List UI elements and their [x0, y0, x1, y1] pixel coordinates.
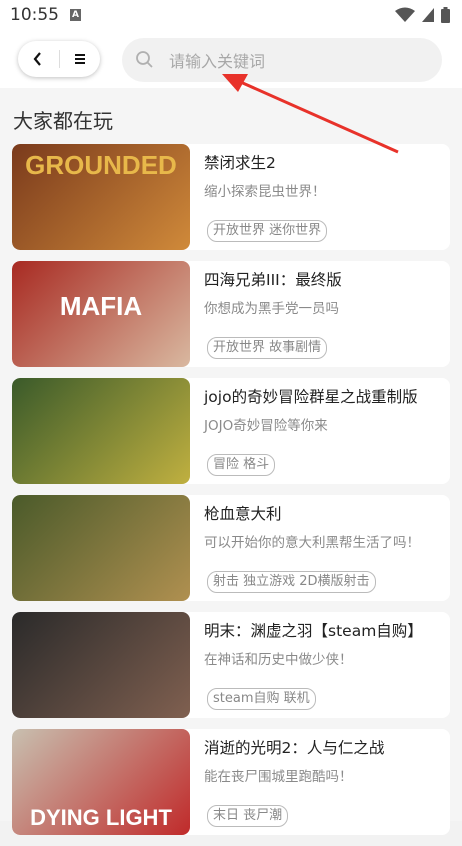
game-description: JOJO奇妙冒险等你来 — [204, 418, 328, 434]
back-button[interactable] — [18, 41, 59, 77]
search-input[interactable]: 请输入关键词 — [122, 38, 442, 82]
game-description: 能在丧尸围城里跑酷吗！ — [204, 769, 353, 785]
game-card[interactable]: MAFIA 四海兄弟III：最终版 你想成为黑手党一员吗 开放世界 故事剧情 — [12, 261, 450, 367]
game-tags: 末日 丧尸潮 — [207, 805, 289, 827]
game-title: 枪血意大利 — [204, 505, 282, 523]
battery-icon — [441, 7, 450, 23]
status-time: 10:55 — [10, 5, 59, 25]
game-description: 你想成为黑手党一员吗 — [204, 301, 339, 317]
game-thumbnail — [12, 612, 190, 718]
game-card[interactable]: GROUNDED 禁闭求生2 缩小探索昆虫世界！ 开放世界 迷你世界 — [12, 144, 450, 250]
game-card[interactable]: DYING LIGHT 消逝的光明2：人与仁之战 能在丧尸围城里跑酷吗！ 末日 … — [12, 729, 450, 835]
thumbnail-text: DYING LIGHT — [30, 805, 172, 830]
game-tags: steam自购 联机 — [207, 688, 316, 710]
thumbnail-text: MAFIA — [59, 291, 143, 321]
game-thumbnail: MAFIA — [12, 261, 190, 367]
game-tags: 射击 独立游戏 2D横版射击 — [207, 571, 376, 593]
game-title: 明末：渊虚之羽【steam自购】 — [204, 622, 423, 640]
section-title: 大家都在玩 — [13, 109, 113, 133]
notification-icon: A — [70, 9, 81, 21]
search-icon — [136, 51, 153, 68]
game-tags: 冒险 格斗 — [207, 454, 276, 476]
game-title: 消逝的光明2：人与仁之战 — [204, 739, 385, 757]
game-list: GROUNDED 禁闭求生2 缩小探索昆虫世界！ 开放世界 迷你世界 MAFIA… — [12, 144, 450, 846]
game-card[interactable]: 枪血意大利 可以开始你的意大利黑帮生活了吗！ 射击 独立游戏 2D横版射击 — [12, 495, 450, 601]
game-thumbnail: DYING LIGHT — [12, 729, 190, 835]
game-title: 禁闭求生2 — [204, 154, 276, 172]
menu-icon — [74, 54, 85, 64]
game-thumbnail — [12, 495, 190, 601]
main-content: 大家都在玩 GROUNDED 禁闭求生2 缩小探索昆虫世界！ 开放世界 迷你世界… — [0, 88, 462, 835]
game-description: 缩小探索昆虫世界！ — [204, 184, 326, 200]
system-icons — [395, 6, 450, 24]
top-bar: 请输入关键词 — [0, 32, 462, 88]
game-thumbnail — [12, 378, 190, 484]
game-card[interactable]: jojo的奇妙冒险群星之战重制版 JOJO奇妙冒险等你来 冒险 格斗 — [12, 378, 450, 484]
menu-button[interactable] — [59, 41, 100, 77]
game-tags: 开放世界 故事剧情 — [207, 337, 328, 359]
game-description: 在神话和历史中做少侠！ — [204, 652, 353, 668]
signal-icon — [422, 8, 434, 22]
game-description: 可以开始你的意大利黑帮生活了吗！ — [204, 535, 420, 551]
game-title: 四海兄弟III：最终版 — [204, 271, 342, 289]
status-bar: 10:55 A — [0, 0, 462, 32]
nav-capsule — [18, 41, 100, 77]
search-placeholder: 请输入关键词 — [169, 52, 266, 71]
game-thumbnail: GROUNDED — [12, 144, 190, 250]
thumbnail-text: GROUNDED — [25, 150, 177, 180]
game-title: jojo的奇妙冒险群星之战重制版 — [204, 388, 418, 406]
chevron-left-icon — [33, 52, 42, 66]
game-card[interactable]: 明末：渊虚之羽【steam自购】 在神话和历史中做少侠！ steam自购 联机 — [12, 612, 450, 718]
game-tags: 开放世界 迷你世界 — [207, 220, 328, 242]
wifi-icon — [395, 7, 415, 22]
